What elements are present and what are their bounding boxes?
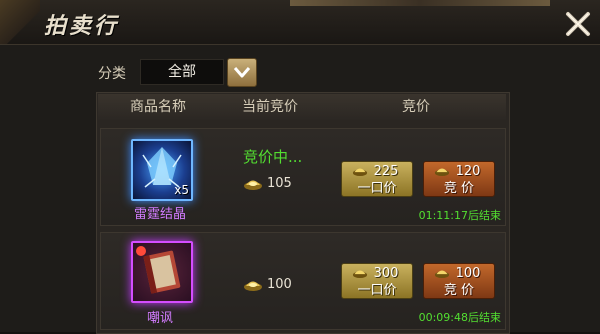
current-price: 100 [267,277,292,292]
close-x-icon [566,12,590,36]
book-shape [136,246,181,294]
chevron-down-icon [233,67,251,78]
buyout-label: 一口价 [357,181,397,196]
item-quantity: x5 [174,183,189,197]
top-ornament-strip [290,0,550,6]
buyout-button[interactable]: 300 一口价 [341,263,413,299]
bid-button[interactable]: 100 竞 价 [423,263,495,299]
gold-ingot-icon [352,270,368,278]
list-header: 商品名称 当前竞价 竞价 [98,94,506,120]
close-button[interactable] [562,8,594,40]
column-header-bid: 竞价 [402,99,430,115]
item-name: 嘲讽 [146,311,173,326]
title-ornament [0,0,40,44]
buyout-button[interactable]: 225 一口价 [341,161,413,197]
item-name: 雷霆结晶 [133,207,186,222]
window-title: 拍卖行 [44,13,120,39]
column-header-current-bid: 当前竞价 [242,99,298,115]
gold-ingot-icon [244,180,262,190]
bid-label: 竞 价 [443,283,475,298]
bid-label: 竞 价 [443,181,475,196]
auction-row: 嘲讽 100 300 一口价 100 竞 价 00:09:48后结束 [100,232,506,330]
category-dropdown-button[interactable] [227,58,257,87]
bid-status: 竞价中... [243,148,303,166]
auction-row: x5 雷霆结晶 竞价中... 105 225 一口价 120 竞 价 01:11… [100,128,506,226]
gold-ingot-icon [352,168,368,176]
current-price: 105 [267,176,292,191]
time-remaining: 00:09:48后结束 [418,311,501,324]
filter-label: 分类 [98,66,126,82]
thunder-crystal-icon[interactable]: x5 [131,139,193,201]
title-bar: 拍卖行 [0,0,600,45]
gold-ingot-icon [434,168,450,176]
category-select[interactable]: 全部 [140,59,224,85]
taunt-book-icon[interactable] [131,241,193,303]
gold-ingot-icon [434,270,450,278]
gold-ingot-icon [244,281,262,291]
time-remaining: 01:11:17后结束 [418,209,501,222]
bid-button[interactable]: 120 竞 价 [423,161,495,197]
column-header-name: 商品名称 [130,99,186,115]
buyout-label: 一口价 [357,283,397,298]
